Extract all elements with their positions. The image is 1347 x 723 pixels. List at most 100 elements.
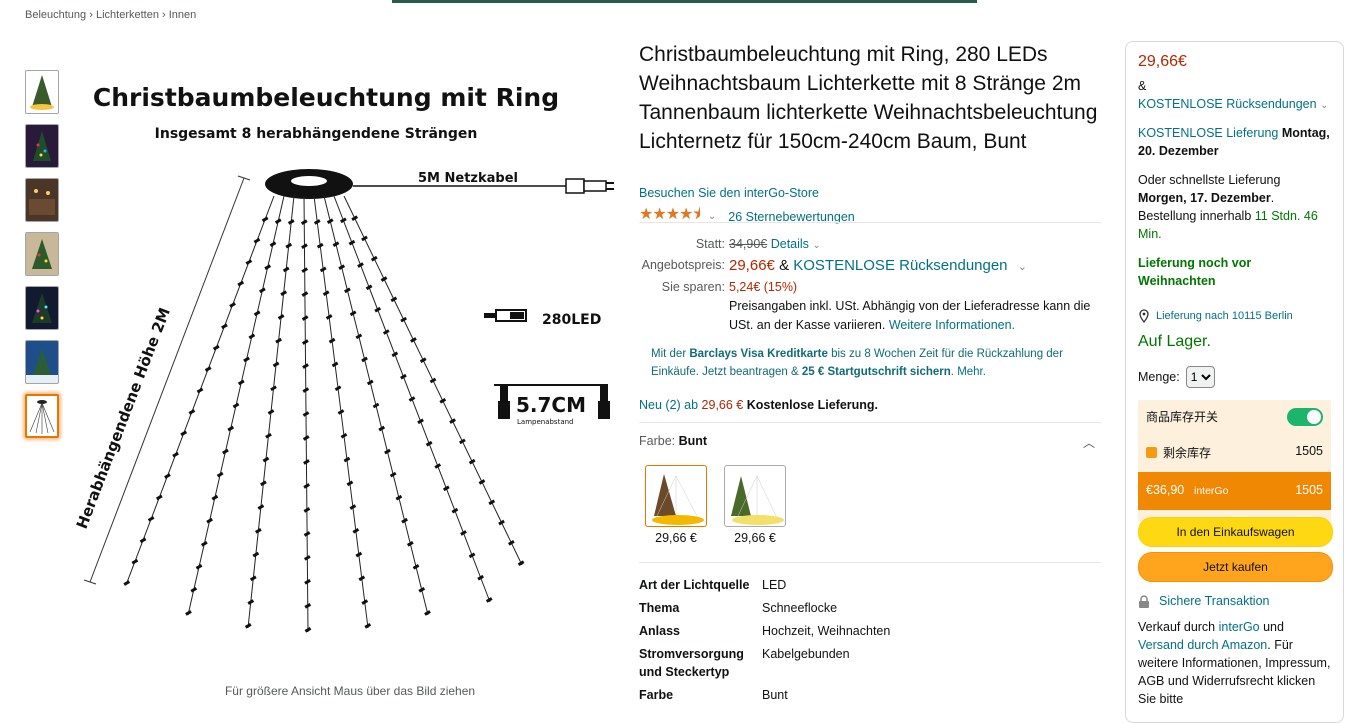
barclays-promo: Mit der Barclays Visa Kreditkarte bis zu… [651, 348, 1063, 378]
color-swatch-warmweiss[interactable] [724, 465, 786, 527]
list-price: 34,90€ [729, 237, 768, 251]
led-bulb [253, 237, 261, 244]
price-table: Statt: 34,90€ Details ⌄ Angebotspreis: 2… [639, 235, 1109, 335]
seller-text: Verkauf durch [1138, 620, 1216, 634]
remaining-stock-value: 1505 [1295, 444, 1323, 458]
led-bulb [245, 259, 253, 265]
spec-key: Art der Lichtquelle [639, 578, 750, 592]
spec-row: Stromversorgung und Steckertyp Kabelgebun… [639, 645, 1099, 681]
remaining-stock-label: 剩余库存 [1163, 446, 1212, 460]
chevron-up-icon[interactable]: ︿ [1083, 434, 1095, 451]
quantity-select[interactable]: 1 [1185, 366, 1215, 388]
seller-text: und [1263, 620, 1284, 634]
inventory-toggle[interactable] [1287, 408, 1323, 426]
chevron-down-icon[interactable]: ⌄ [1018, 261, 1027, 273]
spec-row: Art der Lichtquelle LED [639, 576, 1099, 594]
thumbnail-6[interactable] [25, 340, 59, 384]
details-link[interactable]: Details [771, 237, 809, 251]
led-bulb [374, 306, 382, 313]
buybox-returns-link[interactable]: KOSTENLOSE Rücksendungen [1138, 97, 1317, 111]
spec-key: Thema [639, 601, 680, 615]
led-bulb [478, 479, 486, 485]
buy-now-button[interactable]: Jetzt kaufen [1138, 552, 1333, 582]
led-bulb [498, 519, 505, 526]
color-value: Bunt [678, 434, 708, 448]
spec-row: Farbe Bunt [639, 686, 1099, 704]
promo-bonus[interactable]: 25 € Startgutschrift sichern [802, 366, 951, 378]
breadcrumb-separator: › [89, 9, 96, 21]
chevron-down-icon[interactable]: ⌄ [708, 211, 716, 222]
star-rating-icon[interactable]: ★★★★⯨ [639, 203, 701, 230]
free-delivery-link[interactable]: KOSTENLOSE Lieferung [1138, 126, 1278, 140]
store-link[interactable]: Besuchen Sie den interGo-Store [639, 186, 819, 200]
more-info-link[interactable]: Weitere Informationen. [889, 318, 1015, 332]
led-legend-icon [484, 309, 527, 322]
free-returns-link[interactable]: KOSTENLOSE Rücksendungen [793, 257, 1007, 274]
led-bulb [451, 507, 459, 514]
led-bulb [468, 458, 476, 465]
spec-value: Kabelgebunden [762, 647, 850, 661]
fulfilment-link[interactable]: Versand durch Amazon [1138, 638, 1267, 652]
main-product-image[interactable]: Christbaumbeleuchtung mit Ring Insgesamt… [70, 60, 630, 680]
led-bulb [517, 560, 525, 566]
led-count-label: 280LED [542, 312, 601, 328]
led-bulb [390, 296, 398, 303]
fastest-delivery-date: Morgen, 17. Dezember [1138, 191, 1271, 205]
deliver-to[interactable]: Lieferung nach 10115 Berlin [1138, 307, 1332, 325]
divider [639, 422, 1101, 423]
color-swatch-bunt[interactable] [645, 465, 707, 527]
inventory-toggle-label: 商品库存开关 [1146, 410, 1219, 424]
promo-card-name[interactable]: Barclays Visa Kreditkarte [689, 348, 828, 360]
led-bulb [212, 344, 220, 351]
chevron-down-icon[interactable]: ⌄ [812, 240, 820, 251]
breadcrumb-item-lichterketten[interactable]: Lichterketten [96, 9, 159, 21]
thumbnail-7-selected[interactable] [25, 394, 59, 438]
buy-box: 29,66€ & KOSTENLOSE Rücksendungen ⌄ KOST… [1125, 41, 1344, 723]
new-offers: Neu (2) ab 29,66 € Kostenlose Lieferung. [639, 398, 878, 412]
led-bulb [188, 409, 196, 415]
spec-value: Hochzeit, Weihnachten [762, 624, 891, 638]
inventory-icon [1146, 447, 1157, 458]
spec-value: Bunt [762, 688, 788, 702]
thumbnail-3[interactable] [25, 178, 59, 222]
image-title: Christbaumbeleuchtung mit Ring [93, 83, 559, 112]
add-to-cart-button[interactable]: In den Einkaufswagen [1138, 517, 1333, 547]
breadcrumb-item-beleuchtung[interactable]: Beleuchtung [25, 9, 86, 21]
led-bulb [380, 276, 388, 282]
offer-price-label: Angebotspreis: [641, 258, 725, 272]
thumbnail-4[interactable] [25, 232, 59, 276]
seller-offer-bar[interactable]: €36,90 interGo 1505 [1138, 472, 1331, 510]
amp-text: & [1138, 79, 1147, 93]
led-bulb [460, 530, 467, 536]
breadcrumb-item-innen[interactable]: Innen [169, 9, 197, 21]
led-bulb [131, 558, 139, 565]
led-bulb [459, 438, 466, 445]
led-bulb [382, 329, 390, 335]
led-bulb [204, 366, 212, 372]
stock-status: Auf Lager. [1138, 333, 1211, 350]
spacing-sublabel: Lampenabstand [517, 418, 574, 426]
promo-more-link[interactable]: Mehr. [957, 366, 986, 378]
color-selector: Farbe: Bunt ︿ [639, 434, 1101, 451]
spec-row: Anlass Hochzeit, Weihnachten [639, 622, 1099, 640]
thumbnail-5[interactable] [25, 286, 59, 330]
spec-key: Stromversorgung und Steckertyp [639, 647, 744, 679]
deliver-to-link[interactable]: Lieferung nach 10115 Berlin [1156, 307, 1293, 325]
divider [639, 562, 1101, 563]
top-banner[interactable] [392, 0, 977, 3]
zoom-hint: Für größere Ansicht Maus über das Bild z… [224, 684, 476, 698]
divider [639, 222, 1101, 223]
led-bulb [488, 499, 496, 506]
spec-value: LED [762, 578, 787, 592]
new-offers-link[interactable]: Neu (2) ab [639, 398, 698, 412]
chevron-down-icon[interactable]: ⌄ [1320, 100, 1328, 111]
new-offers-shipping: Kostenlose Lieferung. [746, 398, 879, 412]
seller-info: Verkauf durch interGo und Versand durch … [1138, 618, 1332, 708]
thumbnail-1[interactable] [25, 70, 59, 114]
led-bulb [400, 373, 407, 380]
secure-transaction-link[interactable]: Sichere Transaktion [1159, 592, 1269, 610]
led-bulb [365, 284, 373, 291]
seller-link[interactable]: interGo [1219, 620, 1260, 634]
thumbnail-2[interactable] [25, 124, 59, 168]
before-christmas-note: Lieferung noch vor Weihnachten [1138, 256, 1252, 288]
